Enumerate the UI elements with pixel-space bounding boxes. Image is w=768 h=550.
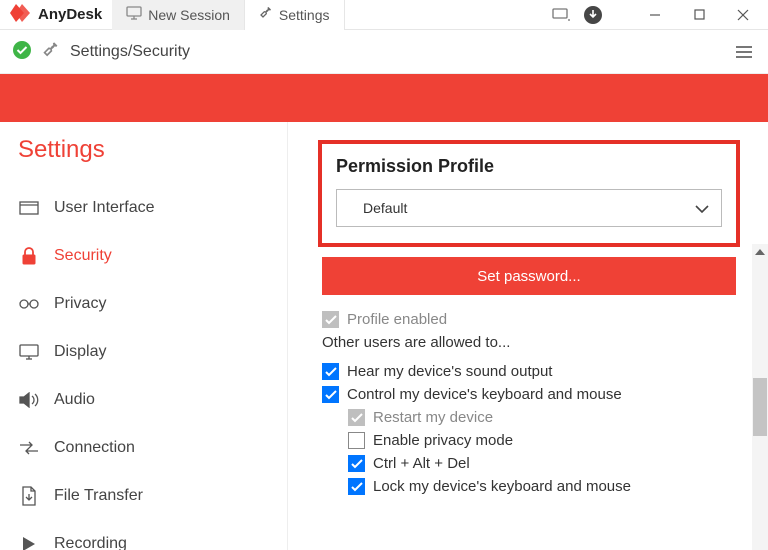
checkbox-disabled (348, 409, 365, 426)
arrows-icon (18, 441, 40, 455)
anydesk-logo-icon (10, 4, 32, 26)
sidebar-item-label: Audio (54, 391, 95, 409)
monitor-icon (126, 6, 142, 23)
lock-icon (18, 247, 40, 265)
checkbox-unchecked[interactable] (348, 432, 365, 449)
settings-title: Settings (18, 136, 287, 164)
tab-label: New Session (148, 7, 230, 23)
sidebar-item-audio[interactable]: Audio (18, 376, 287, 424)
perm-label: Hear my device's sound output (347, 363, 552, 380)
permission-profile-highlight: Permission Profile Default (318, 140, 740, 247)
cast-icon[interactable] (548, 2, 574, 28)
perm-label: Restart my device (373, 409, 493, 426)
permission-list: Profile enabled Other users are allowed … (318, 311, 740, 495)
vertical-scrollbar[interactable] (752, 244, 768, 550)
set-password-button[interactable]: Set password... (322, 257, 736, 295)
chevron-down-icon (695, 200, 709, 216)
menu-icon[interactable] (732, 40, 756, 64)
sidebar-item-display[interactable]: Display (18, 328, 287, 376)
checkbox-checked[interactable] (322, 363, 339, 380)
sidebar-item-label: Recording (54, 535, 127, 550)
sidebar-item-recording[interactable]: Recording (18, 520, 287, 550)
perm-lock-kbm[interactable]: Lock my device's keyboard and mouse (348, 478, 740, 495)
tab-settings[interactable]: Settings (245, 0, 345, 30)
file-icon (18, 486, 40, 506)
ui-icon (18, 201, 40, 215)
tab-label: Settings (279, 7, 330, 23)
sidebar-item-label: File Transfer (54, 487, 143, 505)
profile-dropdown-value: Default (363, 200, 407, 216)
perm-privacy-mode[interactable]: Enable privacy mode (348, 432, 740, 449)
title-bar: AnyDesk New Session Settings (0, 0, 768, 30)
glasses-icon (18, 299, 40, 309)
perm-cad[interactable]: Ctrl + Alt + Del (348, 455, 740, 472)
sidebar-item-label: Security (54, 247, 112, 265)
minimize-button[interactable] (636, 1, 674, 29)
app-logo: AnyDesk (0, 4, 112, 26)
display-icon (18, 344, 40, 360)
status-dot-icon[interactable] (580, 2, 606, 28)
play-icon (18, 536, 40, 550)
sidebar-item-label: Display (54, 343, 106, 361)
sidebar-item-user-interface[interactable]: User Interface (18, 184, 287, 232)
sidebar-item-label: Connection (54, 439, 135, 457)
perm-label: Enable privacy mode (373, 432, 513, 449)
title-bar-right (548, 1, 768, 29)
close-button[interactable] (724, 1, 762, 29)
status-ok-icon (12, 40, 32, 63)
perm-restart: Restart my device (348, 409, 740, 426)
checkbox-checked[interactable] (348, 478, 365, 495)
perm-hear-sound[interactable]: Hear my device's sound output (322, 363, 740, 380)
sidebar-item-security[interactable]: Security (18, 232, 287, 280)
sub-bar: Settings/Security (0, 30, 768, 74)
profile-dropdown[interactable]: Default (336, 189, 722, 227)
profile-enabled-label: Profile enabled (347, 311, 447, 328)
perm-control-kbm[interactable]: Control my device's keyboard and mouse (322, 386, 740, 403)
profile-enabled-row: Profile enabled (322, 311, 740, 328)
speaker-icon (18, 392, 40, 408)
app-name: AnyDesk (38, 6, 102, 23)
content-area: Settings User Interface Security Privacy… (0, 122, 768, 550)
wrench-icon (259, 6, 273, 23)
main-panel: Permission Profile Default Set password.… (288, 122, 768, 550)
tab-new-session[interactable]: New Session (112, 0, 245, 30)
scroll-up-icon[interactable] (752, 244, 768, 260)
perm-label: Control my device's keyboard and mouse (347, 386, 622, 403)
checkbox-checked[interactable] (348, 455, 365, 472)
scrollbar-thumb[interactable] (753, 378, 767, 436)
banner (0, 74, 768, 122)
allowed-text: Other users are allowed to... (322, 334, 740, 351)
set-password-label: Set password... (477, 268, 580, 285)
wrench-icon (42, 41, 60, 62)
perm-label: Lock my device's keyboard and mouse (373, 478, 631, 495)
sidebar-item-privacy[interactable]: Privacy (18, 280, 287, 328)
perm-label: Ctrl + Alt + Del (373, 455, 470, 472)
sidebar-item-file-transfer[interactable]: File Transfer (18, 472, 287, 520)
breadcrumb: Settings/Security (70, 43, 722, 61)
permission-profile-title: Permission Profile (336, 156, 722, 177)
checkbox-disabled (322, 311, 339, 328)
sidebar-item-label: Privacy (54, 295, 106, 313)
sidebar-item-label: User Interface (54, 199, 154, 217)
sidebar-item-connection[interactable]: Connection (18, 424, 287, 472)
sidebar: Settings User Interface Security Privacy… (0, 122, 288, 550)
maximize-button[interactable] (680, 1, 718, 29)
checkbox-checked[interactable] (322, 386, 339, 403)
